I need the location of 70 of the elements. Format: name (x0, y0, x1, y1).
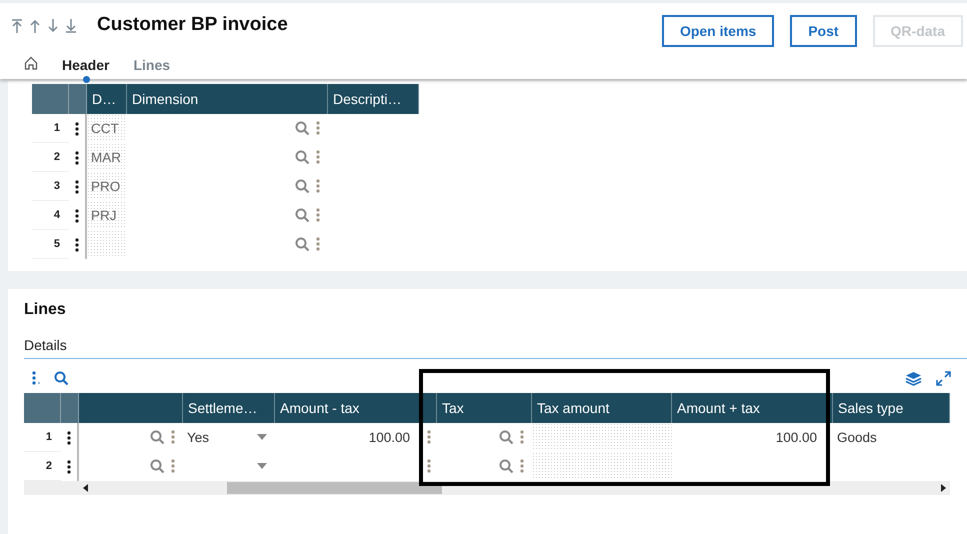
column-header[interactable]: D… (87, 84, 127, 114)
search-icon[interactable] (150, 458, 165, 474)
table-cell: PRO (87, 172, 127, 200)
table-cell: Goods (837, 430, 877, 444)
table-cell: Yes (187, 430, 210, 444)
arrow-down-icon[interactable] (47, 19, 59, 33)
dropdown-caret-icon[interactable] (257, 434, 267, 440)
more-icon[interactable] (426, 430, 430, 444)
table-cell: CCT (87, 114, 127, 142)
home-icon[interactable] (24, 56, 38, 70)
section-title: Lines (24, 301, 67, 319)
scroll-left-icon[interactable] (83, 484, 88, 492)
action-button[interactable]: Post (790, 15, 857, 47)
scroll-right-icon[interactable] (941, 484, 946, 492)
first-record-icon[interactable] (11, 19, 23, 33)
more-icon[interactable] (171, 430, 175, 444)
more-icon[interactable] (171, 459, 175, 473)
table-cell: MAR (87, 143, 127, 171)
search-icon[interactable] (295, 208, 310, 222)
row-number: 1 (24, 423, 61, 452)
dropdown-caret-icon[interactable] (257, 463, 267, 469)
search-icon[interactable] (54, 370, 69, 386)
layers-icon[interactable] (905, 370, 922, 386)
search-icon[interactable] (295, 150, 310, 164)
column-header[interactable]: Amount - tax (275, 393, 420, 423)
tab[interactable]: Lines (133, 54, 170, 82)
search-icon[interactable] (295, 178, 310, 194)
expand-icon[interactable] (936, 370, 951, 386)
menu-icon[interactable] (32, 371, 40, 385)
row-number: 4 (32, 201, 69, 230)
more-icon[interactable] (316, 179, 320, 193)
column-header[interactable]: Descripti… (328, 84, 419, 114)
last-record-icon[interactable] (65, 19, 77, 33)
search-icon[interactable] (150, 430, 165, 444)
more-icon[interactable] (316, 237, 320, 251)
search-icon[interactable] (499, 430, 514, 444)
search-icon[interactable] (295, 236, 310, 252)
column-header[interactable]: Tax (437, 393, 532, 423)
row-number: 3 (32, 172, 69, 201)
more-icon[interactable] (426, 459, 430, 473)
row-menu-icon[interactable] (75, 150, 79, 164)
more-icon[interactable] (520, 459, 524, 473)
row-menu-icon[interactable] (75, 238, 79, 252)
action-button[interactable]: Open items (662, 15, 774, 47)
column-header[interactable]: Settleme… (183, 393, 275, 423)
more-icon[interactable] (316, 150, 320, 164)
column-header[interactable]: Amount + tax (672, 393, 827, 423)
column-header[interactable]: Sales type (833, 393, 950, 423)
row-menu-icon[interactable] (75, 122, 79, 136)
more-icon[interactable] (520, 430, 524, 444)
section-subtitle: Details (24, 337, 967, 359)
search-icon[interactable] (295, 120, 310, 136)
tab[interactable]: Header (62, 54, 110, 82)
more-icon[interactable] (316, 121, 320, 135)
table-cell: PRJ (87, 201, 127, 229)
row-number: 5 (32, 230, 69, 259)
more-icon[interactable] (316, 208, 320, 222)
row-menu-icon[interactable] (75, 208, 79, 222)
table-cell: 100.00 (776, 430, 817, 444)
search-icon[interactable] (499, 458, 514, 474)
row-menu-icon[interactable] (67, 430, 71, 444)
row-number: 1 (32, 114, 69, 143)
page-title: Customer BP invoice (97, 14, 289, 36)
arrow-up-icon[interactable] (29, 19, 41, 33)
table-cell: 100.00 (368, 430, 410, 444)
column-header[interactable]: Dimension (127, 84, 328, 114)
row-number: 2 (32, 143, 69, 172)
row-menu-icon[interactable] (75, 180, 79, 194)
row-menu-icon[interactable] (67, 460, 71, 474)
column-header[interactable]: Tax amount (532, 393, 672, 423)
